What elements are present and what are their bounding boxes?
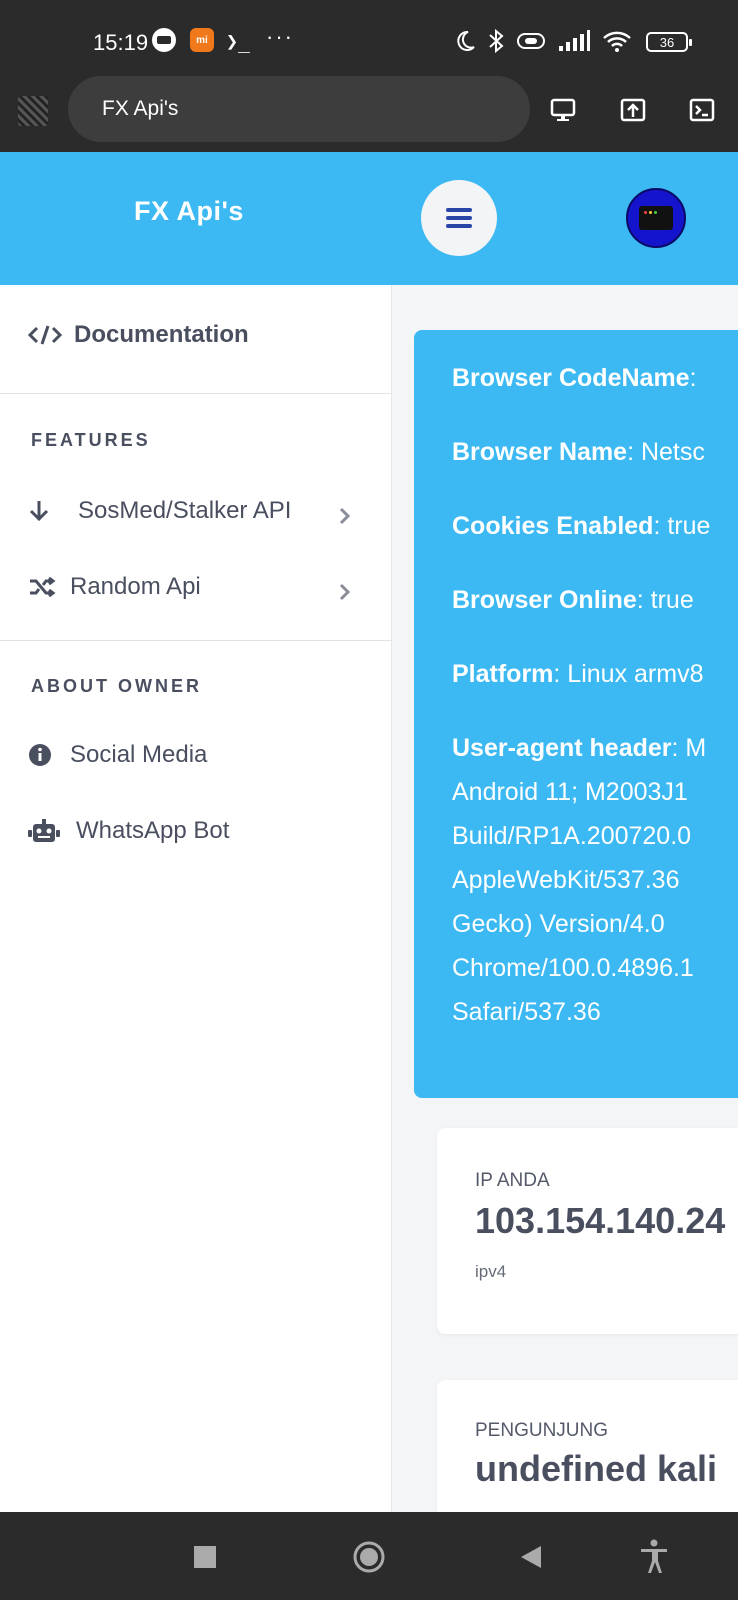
info-value: : true	[653, 512, 711, 540]
sidebar-item-sosmed-stalker[interactable]: SosMed/Stalker API	[28, 497, 291, 525]
system-navigation-bar	[0, 1512, 738, 1600]
address-bar-title: FX Api's	[102, 97, 179, 120]
square-icon	[194, 1546, 216, 1568]
sidebar-item-label: Random Api	[70, 573, 201, 600]
info-key: Browser CodeName	[452, 364, 690, 392]
site-header: FX Api's	[0, 152, 738, 285]
site-favicon	[18, 96, 48, 126]
user-agent-row: User-agent header: M Android 11; M2003J1…	[452, 726, 738, 1034]
sidebar-item-label: SosMed/Stalker API	[78, 497, 292, 524]
menu-toggle-button[interactable]	[421, 180, 497, 256]
battery-icon: 36	[646, 32, 692, 52]
shuffle-icon	[28, 576, 58, 598]
recent-apps-button[interactable]	[188, 1540, 222, 1574]
info-key: Browser Name	[452, 438, 628, 466]
info-icon	[28, 743, 58, 767]
visitor-value: undefined kali	[475, 1448, 718, 1489]
info-key: Cookies Enabled	[452, 512, 654, 540]
ip-label: IP ANDA	[475, 1170, 550, 1191]
sidebar-item-documentation[interactable]: Documentation	[28, 321, 249, 349]
status-bar: 15:19 mi ❯_ ··· 36	[0, 0, 738, 76]
visitor-label: PENGUNJUNG	[475, 1420, 609, 1441]
info-key: User-agent header	[452, 734, 672, 762]
signal-icon	[559, 30, 590, 51]
bluetooth-icon	[489, 28, 504, 54]
info-value: : Netsc	[627, 438, 705, 466]
info-value: :	[689, 364, 697, 392]
info-key: Platform	[452, 660, 554, 688]
code-icon	[28, 324, 62, 346]
ip-address-card: IP ANDA 103.154.140.24 ipv4	[437, 1128, 738, 1334]
sidebar-item-social-media[interactable]: Social Media	[28, 741, 207, 769]
back-button[interactable]	[514, 1540, 548, 1574]
user-agent-line: Safari/537.36	[452, 998, 601, 1026]
info-value: : true	[636, 586, 694, 614]
about-owner-section-title: ABOUT OWNER	[31, 676, 202, 696]
terminal-status-icon: ❯_	[226, 29, 251, 53]
visitor-count-card: PENGUNJUNG undefined kali	[437, 1380, 738, 1530]
browser-info-card: Browser CodeName: Browser Name: Netsc Co…	[414, 330, 738, 1098]
browser-name-row: Browser Name: Netsc	[452, 430, 738, 474]
ip-version: ipv4	[475, 1262, 507, 1281]
wifi-icon	[603, 31, 631, 52]
sidebar-item-random-api[interactable]: Random Api	[28, 573, 201, 601]
moon-icon	[457, 30, 475, 51]
home-button[interactable]	[352, 1540, 386, 1574]
brand-title[interactable]: FX Api's	[134, 196, 244, 227]
accessibility-button[interactable]	[637, 1539, 671, 1574]
browser-toolbar: FX Api's	[0, 76, 738, 152]
arrow-down-icon	[28, 499, 64, 523]
chevron-right-icon	[339, 507, 351, 525]
info-key: Browser Online	[452, 586, 637, 614]
sidebar-item-whatsapp-bot[interactable]: WhatsApp Bot	[28, 817, 229, 845]
triangle-back-icon	[521, 1546, 541, 1568]
sidebar-item-label: Social Media	[70, 741, 208, 768]
user-agent-line: Gecko) Version/4.0	[452, 910, 665, 938]
circle-icon	[353, 1541, 385, 1573]
address-bar[interactable]: FX Api's	[68, 76, 530, 142]
user-agent-line: Android 11; M2003J1	[452, 778, 688, 806]
ip-value: 103.154.140.24	[475, 1200, 726, 1241]
vibrate-icon	[517, 33, 545, 49]
terminal-icon[interactable]	[688, 96, 716, 124]
sidebar-item-label: WhatsApp Bot	[76, 817, 230, 844]
share-icon[interactable]	[619, 96, 647, 124]
user-agent-line: Chrome/100.0.4896.1	[452, 954, 694, 982]
features-section-title: FEATURES	[31, 430, 151, 450]
info-value: : M	[671, 734, 707, 762]
info-value: : Linux armv8	[553, 660, 704, 688]
chevron-right-icon	[339, 583, 351, 601]
sidebar-divider	[0, 640, 392, 641]
mi-app-icon: mi	[190, 28, 214, 52]
hamburger-icon	[446, 208, 472, 228]
sidebar-divider	[0, 393, 392, 394]
accessibility-icon	[641, 1539, 667, 1573]
user-agent-line: AppleWebKit/537.36	[452, 866, 680, 894]
browser-online-row: Browser Online: true	[452, 578, 738, 622]
message-icon	[152, 28, 176, 52]
more-notifications-icon: ···	[266, 24, 294, 49]
desktop-site-icon[interactable]	[549, 96, 577, 124]
robot-icon	[28, 818, 64, 844]
status-icons	[454, 28, 632, 54]
sidebar: Documentation FEATURES SosMed/Stalker AP…	[0, 285, 392, 1512]
user-agent-line: Build/RP1A.200720.0	[452, 822, 692, 850]
cookies-enabled-row: Cookies Enabled: true	[452, 504, 738, 548]
avatar-image	[639, 206, 673, 230]
user-avatar[interactable]	[626, 188, 686, 248]
sidebar-item-label: Documentation	[74, 321, 249, 348]
status-time: 15:19	[93, 30, 149, 55]
browser-codename-row: Browser CodeName:	[452, 356, 738, 400]
platform-row: Platform: Linux armv8	[452, 652, 738, 696]
